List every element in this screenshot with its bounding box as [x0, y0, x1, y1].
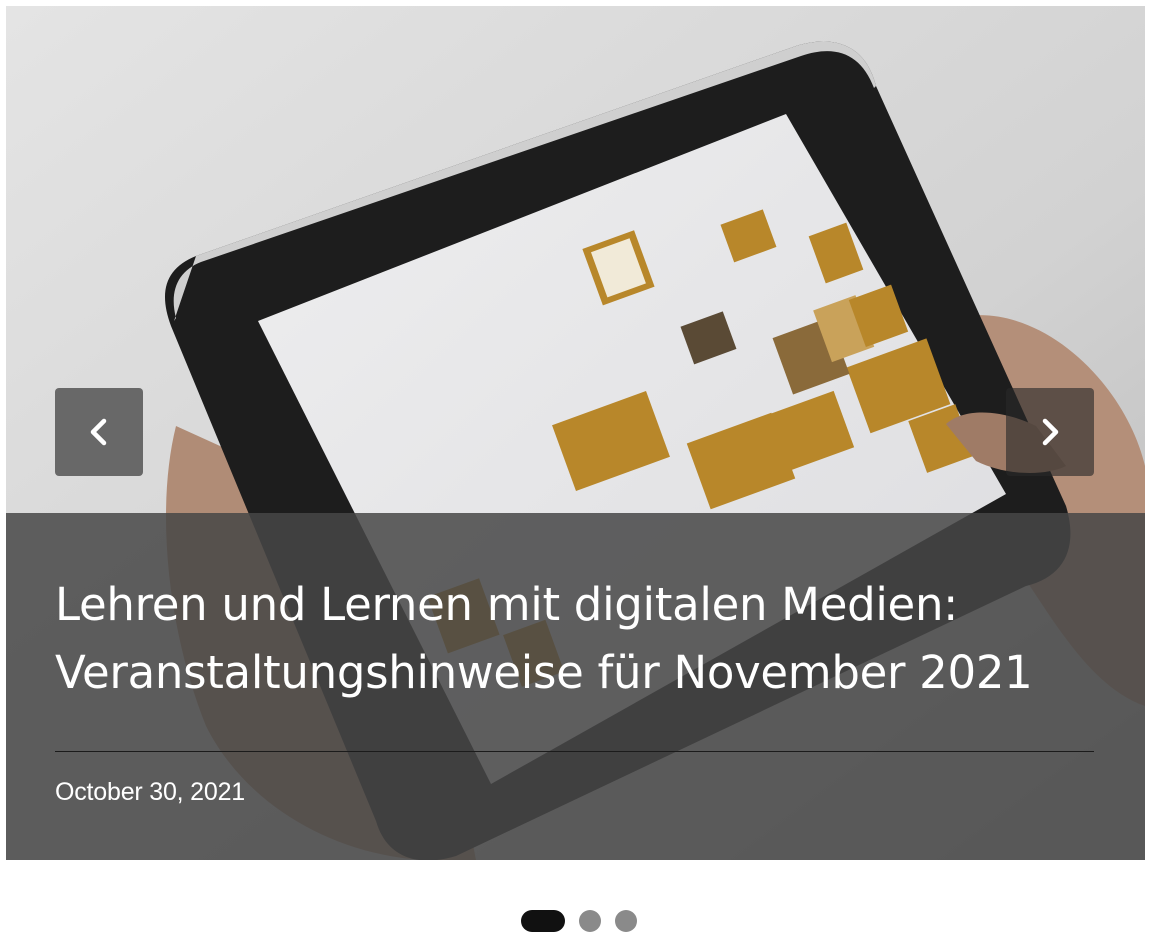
post-date: October 30, 2021	[55, 778, 245, 806]
chevron-left-icon	[90, 418, 107, 446]
post-slider: Lehren und Lernen mit digitalen Medien: …	[6, 6, 1145, 860]
next-slide-button[interactable]	[1006, 388, 1094, 476]
previous-slide-button[interactable]	[55, 388, 143, 476]
slider-dot-1[interactable]	[521, 910, 565, 932]
slide-caption: Lehren und Lernen mit digitalen Medien: …	[6, 513, 1145, 860]
slider-dot-3[interactable]	[615, 910, 637, 932]
chevron-right-icon	[1042, 418, 1059, 446]
slider-dot-2[interactable]	[579, 910, 601, 932]
post-title-link[interactable]: Lehren und Lernen mit digitalen Medien: …	[55, 571, 1095, 707]
caption-divider	[55, 751, 1094, 752]
slider-pagination	[0, 909, 1158, 933]
